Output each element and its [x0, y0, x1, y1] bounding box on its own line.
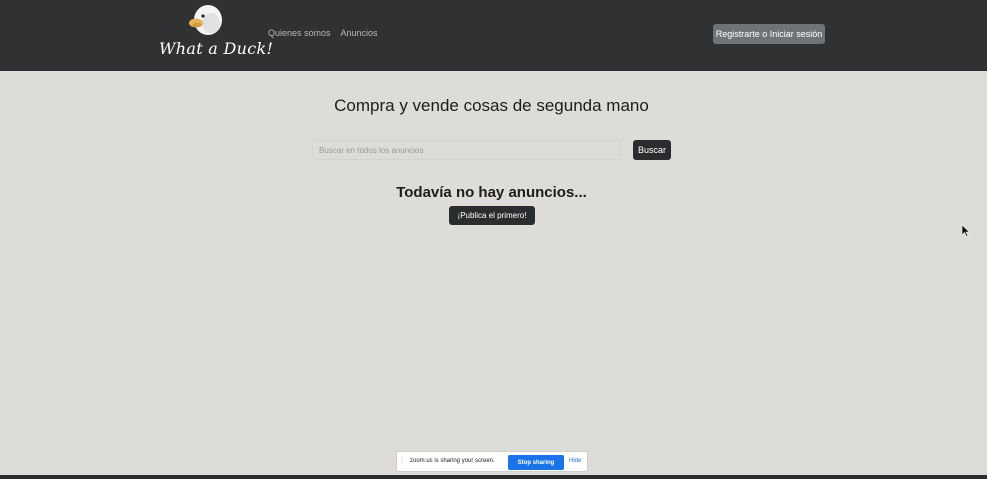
- empty-state-title: Todavía no hay anuncios...: [396, 184, 587, 201]
- search-input[interactable]: [312, 140, 621, 160]
- brand-logo-link[interactable]: What a Duck!: [159, 3, 273, 63]
- publish-first-button[interactable]: ¡Publica el primero!: [449, 206, 535, 225]
- drag-handle-icon[interactable]: ⁞: [401, 457, 403, 464]
- hide-share-bar-link[interactable]: Hide: [569, 458, 581, 464]
- nav-link-quienes-somos[interactable]: Quienes somos: [268, 28, 331, 38]
- page-title: Compra y vende cosas de segunda mano: [334, 96, 649, 115]
- taskbar: [0, 475, 987, 479]
- brand-name: What a Duck!: [159, 39, 274, 58]
- search-button[interactable]: Buscar: [633, 140, 671, 160]
- screen-share-bar: ⁞ zoom.us is sharing your screen. Stop s…: [396, 451, 588, 472]
- mouse-cursor-icon: [962, 225, 970, 237]
- nav-links: Quienes somos Anuncios: [268, 28, 378, 38]
- duck-icon: [189, 5, 222, 35]
- login-register-button[interactable]: Registrarte o Iniciar sesión: [713, 24, 825, 44]
- page: What a Duck! Quienes somos Anuncios Regi…: [0, 0, 987, 479]
- nav-link-anuncios[interactable]: Anuncios: [341, 28, 378, 38]
- stop-sharing-button[interactable]: Stop sharing: [508, 455, 564, 470]
- share-status-text: zoom.us is sharing your screen.: [410, 458, 495, 464]
- navbar: What a Duck! Quienes somos Anuncios Regi…: [0, 0, 987, 71]
